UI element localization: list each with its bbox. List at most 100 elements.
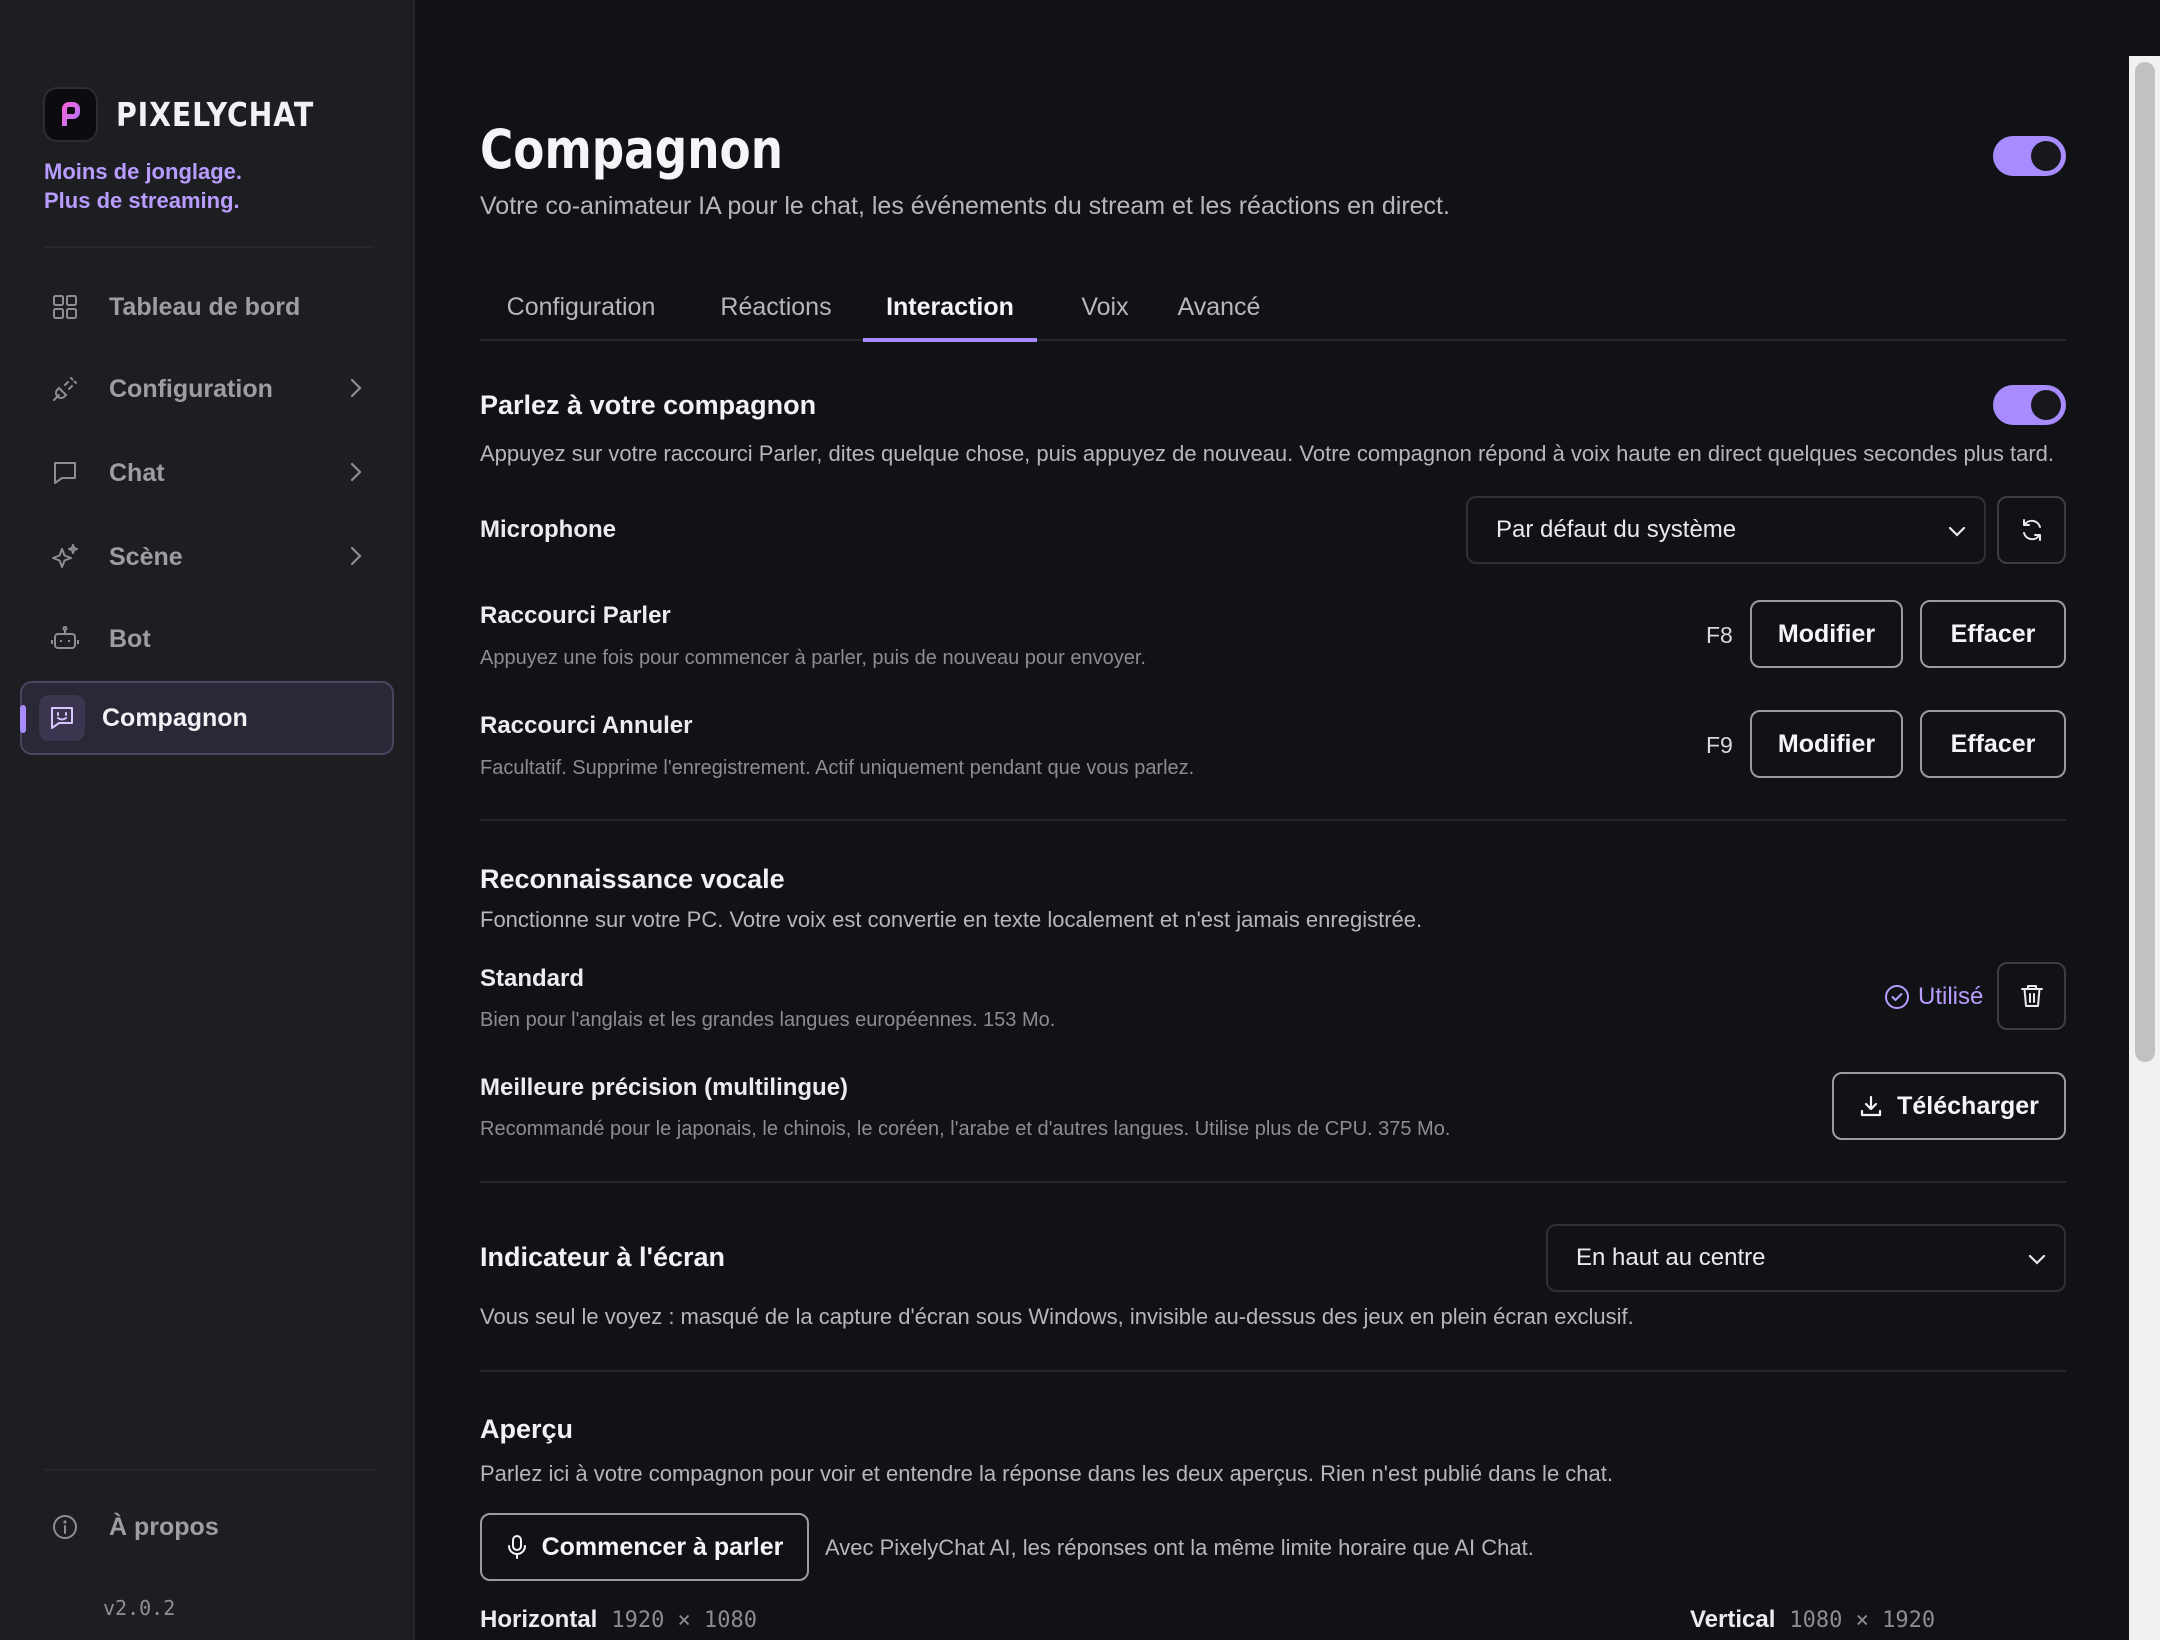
tab-interaction[interactable]: Interaction (863, 283, 1037, 342)
tab-configuration[interactable]: Configuration (502, 283, 660, 341)
indicator-position-value: En haut au centre (1576, 1244, 1766, 1271)
tab-reactions[interactable]: Réactions (714, 283, 838, 341)
delete-standard-model-button[interactable] (1997, 962, 2066, 1030)
chevron-right-icon (350, 546, 362, 566)
speech-section-title: Reconnaissance vocale (480, 864, 785, 894)
preview-note: Avec PixelyChat AI, les réponses ont la … (825, 1535, 1534, 1560)
sidebar-item-companion[interactable]: Compagnon (20, 681, 394, 755)
robot-icon (50, 624, 80, 654)
scrollbar[interactable] (2129, 56, 2160, 1640)
download-icon (1861, 1095, 1882, 1117)
standard-model-title: Standard (480, 965, 585, 992)
info-icon (50, 1512, 80, 1542)
refresh-icon (2022, 519, 2041, 541)
talk-section-description: Appuyez sur votre raccourci Parler, dite… (480, 441, 2054, 466)
check-circle-icon (1885, 985, 1909, 1009)
sidebar-item-label: Tableau de bord (109, 292, 301, 321)
tagline-line2: Plus de streaming. (44, 188, 240, 213)
download-model-button[interactable]: Télécharger (1832, 1072, 2066, 1140)
sidebar-item-dashboard[interactable]: Tableau de bord (20, 270, 394, 344)
cancel-shortcut-clear-button[interactable]: Effacer (1920, 710, 2066, 778)
microphone-select-value: Par défaut du système (1496, 516, 1737, 543)
indicator-section-title: Indicateur à l'écran (480, 1242, 726, 1272)
talk-enabled-toggle[interactable] (1993, 385, 2066, 425)
sparkles-icon (50, 542, 80, 572)
chevron-down-icon (2028, 1254, 2046, 1265)
sidebar-item-label: Bot (109, 624, 151, 653)
companion-icon (39, 695, 85, 741)
tab-voice[interactable]: Voix (1068, 283, 1142, 341)
section-divider (480, 1181, 2066, 1183)
tab-bar: Configuration Réactions Interaction Voix… (480, 283, 2066, 342)
page-subtitle: Votre co-animateur IA pour le chat, les … (480, 192, 1450, 220)
preview-section-title: Aperçu (480, 1414, 574, 1444)
download-model-label: Télécharger (1897, 1091, 2039, 1120)
standard-model-description: Bien pour l'anglais et les grandes langu… (480, 1009, 1056, 1031)
sidebar-item-about[interactable]: À propos (20, 1490, 394, 1564)
section-divider (480, 1370, 2066, 1372)
cancel-shortcut-description: Facultatif. Supprime l'enregistrement. A… (480, 757, 1195, 779)
talk-shortcut-clear-button[interactable]: Effacer (1920, 600, 2066, 668)
vertical-label: Vertical (1690, 1606, 1776, 1633)
sidebar-item-scene[interactable]: Scène (20, 520, 394, 594)
sidebar-item-label: À propos (109, 1512, 219, 1541)
refresh-microphones-button[interactable] (1997, 496, 2066, 564)
sidebar-divider (44, 1469, 374, 1471)
logo-icon (61, 101, 80, 126)
chevron-right-icon (350, 462, 362, 482)
sidebar-item-chat[interactable]: Chat (20, 436, 394, 510)
multilingual-model-title: Meilleure précision (multilingue) (480, 1074, 849, 1101)
main-content: Compagnon Votre co-animateur IA pour le … (480, 0, 2066, 1640)
sidebar-item-configuration[interactable]: Configuration (20, 352, 394, 426)
talk-shortcut-title: Raccourci Parler (480, 602, 671, 629)
scrollbar-thumb[interactable] (2135, 62, 2155, 1062)
tab-advanced[interactable]: Avancé (1170, 283, 1268, 341)
indicator-section-description: Vous seul le voyez : masqué de la captur… (480, 1304, 1634, 1329)
talk-shortcut-key: F8 (1706, 622, 1733, 648)
cancel-shortcut-key: F9 (1706, 732, 1733, 758)
standard-model-status: Utilisé (1884, 983, 1983, 1011)
talk-shortcut-modify-button[interactable]: Modifier (1750, 600, 1903, 668)
chevron-down-icon (1948, 526, 1966, 537)
chat-bubble-icon (50, 458, 80, 488)
talk-section-title: Parlez à votre compagnon (480, 390, 817, 420)
start-talking-button[interactable]: Commencer à parler (480, 1513, 809, 1581)
horizontal-preview-label: Horizontal 1920 × 1080 (480, 1606, 757, 1634)
pixelychat-logo (43, 87, 98, 142)
multilingual-model-description: Recommandé pour le japonais, le chinois,… (480, 1118, 1451, 1140)
toggle-knob (2031, 141, 2061, 171)
plug-icon (50, 374, 80, 404)
preview-section-description: Parlez ici à votre compagnon pour voir e… (480, 1461, 1613, 1486)
cancel-shortcut-title: Raccourci Annuler (480, 712, 693, 739)
sidebar-item-label: Configuration (109, 374, 273, 403)
microphone-select[interactable]: Par défaut du système (1466, 496, 1986, 564)
cancel-shortcut-modify-button[interactable]: Modifier (1750, 710, 1903, 778)
sidebar-item-label: Compagnon (102, 703, 248, 732)
indicator-position-select[interactable]: En haut au centre (1546, 1224, 2066, 1292)
sidebar-divider (44, 246, 374, 248)
active-indicator (20, 705, 26, 733)
section-divider (480, 819, 2066, 821)
talk-shortcut-description: Appuyez une fois pour commencer à parler… (480, 647, 1146, 669)
vertical-preview-label: Vertical 1080 × 1920 (1690, 1606, 1935, 1634)
horizontal-label: Horizontal (480, 1606, 598, 1633)
vertical-size: 1080 × 1920 (1789, 1608, 1936, 1633)
start-talking-label: Commencer à parler (541, 1532, 784, 1561)
sidebar-item-label: Scène (109, 542, 183, 571)
microphone-label: Microphone (480, 516, 616, 543)
brand: PIXELYCHAT (43, 87, 346, 142)
sidebar: PIXELYCHAT Moins de jonglage. Plus de st… (0, 0, 415, 1640)
tagline-line1: Moins de jonglage. (44, 159, 243, 184)
app-name: PIXELYCHAT (116, 95, 315, 134)
chevron-right-icon (350, 378, 362, 398)
speech-section-description: Fonctionne sur votre PC. Votre voix est … (480, 907, 1423, 932)
microphone-icon (507, 1535, 526, 1559)
standard-model-status-label: Utilisé (1918, 983, 1984, 1010)
grid-icon (50, 292, 80, 322)
toggle-knob (2031, 390, 2061, 420)
sidebar-item-bot[interactable]: Bot (20, 602, 394, 676)
app-version: v2.0.2 (103, 1596, 176, 1620)
horizontal-size: 1920 × 1080 (611, 1608, 758, 1633)
companion-enabled-toggle[interactable] (1993, 136, 2066, 176)
trash-icon (2020, 985, 2043, 1007)
